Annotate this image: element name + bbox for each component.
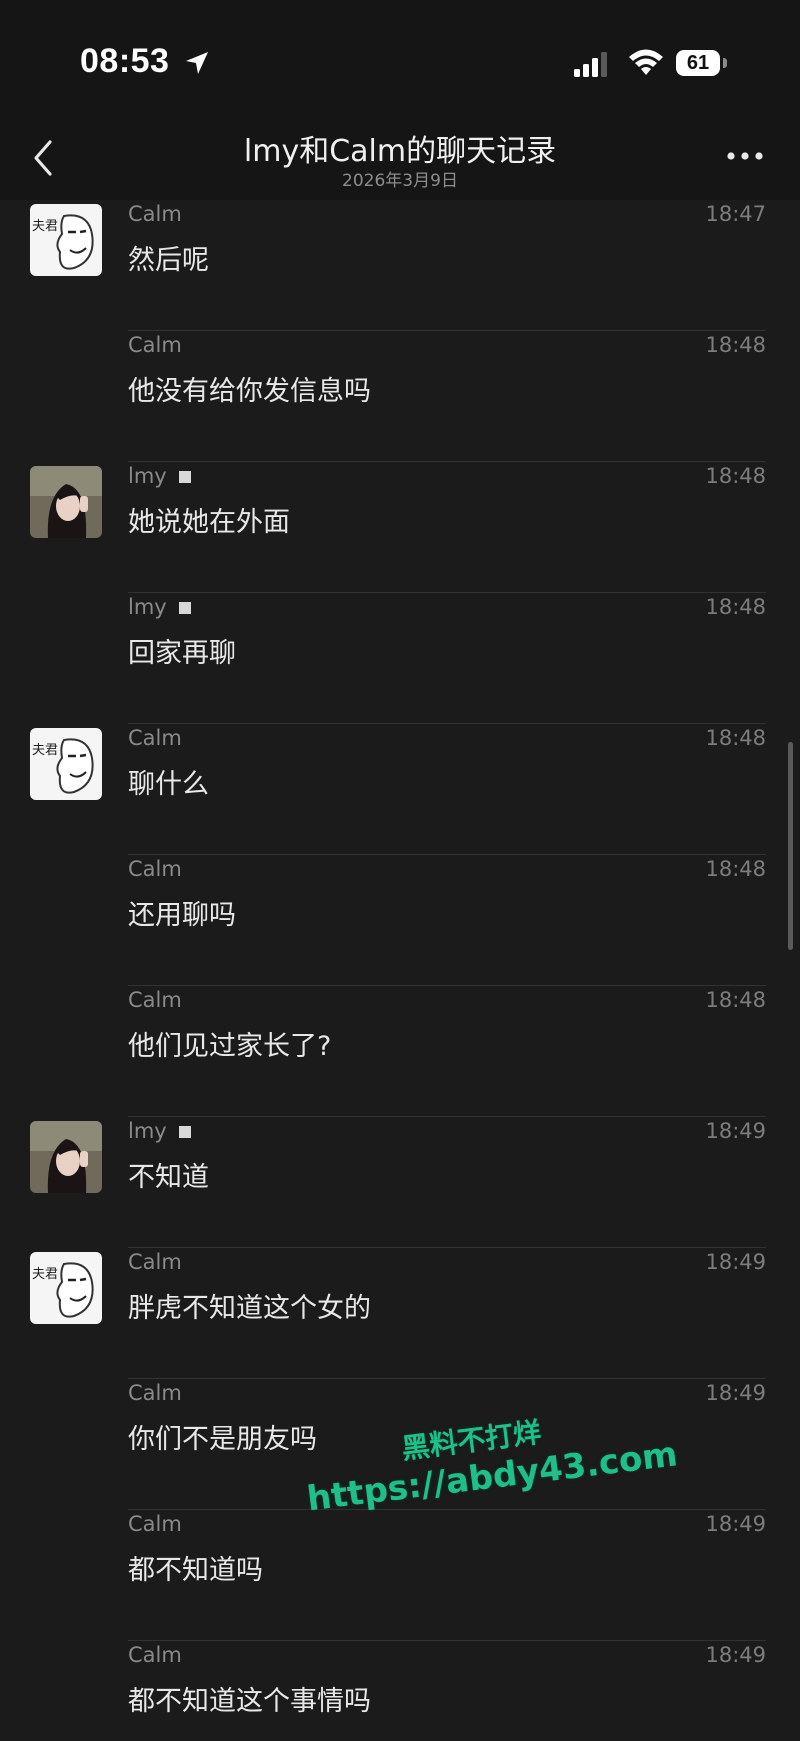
sender-name: Calm (128, 988, 182, 1012)
redaction-patch (178, 1126, 191, 1138)
message-list[interactable]: 夫君 Calm 18:47 然后呢 Calm 18:48 他没有给你发信息吗 l… (0, 200, 800, 1741)
redaction-patch (178, 471, 191, 483)
message-text: 他没有给你发信息吗 (128, 376, 371, 407)
user-photo-icon (30, 1121, 102, 1193)
message-time: 18:48 (705, 726, 766, 750)
sender-name: lmy (128, 1119, 203, 1143)
message-row[interactable]: Calm 18:48 还用聊吗 (0, 855, 800, 986)
cartoon-face-icon: 夫君 (30, 728, 102, 800)
message-time: 18:49 (705, 1250, 766, 1274)
message-text: 你们不是朋友吗 (128, 1424, 317, 1455)
avatar-calm[interactable]: 夫君 (30, 728, 102, 800)
message-row[interactable]: 夫君 Calm 18:49 胖虎不知道这个女的 (0, 1248, 800, 1379)
message-time: 18:49 (705, 1381, 766, 1405)
page-title: lmy和Calm的聊天记录 (243, 134, 557, 169)
message-text: 回家再聊 (128, 638, 236, 669)
message-row[interactable]: Calm 18:48 他们见过家长了? (0, 986, 800, 1117)
location-arrow-icon (186, 52, 208, 74)
message-row[interactable]: lmy 18:48 她说她在外面 (0, 462, 800, 593)
message-text: 然后呢 (128, 245, 209, 276)
battery-level: 61 (676, 50, 720, 76)
sender-name: Calm (128, 1512, 182, 1536)
svg-text:夫君: 夫君 (32, 1267, 58, 1282)
message-time: 18:49 (705, 1643, 766, 1667)
redaction-patch (178, 602, 191, 614)
sender-name: Calm (128, 726, 182, 750)
message-row[interactable]: lmy 18:48 回家再聊 (0, 593, 800, 724)
sender-name: Calm (128, 1643, 182, 1667)
message-time: 18:48 (705, 988, 766, 1012)
message-text: 胖虎不知道这个女的 (128, 1293, 371, 1324)
message-row[interactable]: Calm 18:49 都不知道这个事情吗 (0, 1641, 800, 1741)
status-time: 08:53 (80, 42, 170, 80)
message-row[interactable]: Calm 18:48 他没有给你发信息吗 (0, 331, 800, 462)
message-row[interactable]: lmy 18:49 不知道 (0, 1117, 800, 1248)
cartoon-face-icon: 夫君 (30, 204, 102, 276)
avatar-lmy[interactable] (30, 466, 102, 538)
message-text: 聊什么 (128, 769, 209, 800)
message-time: 18:48 (705, 595, 766, 619)
message-row[interactable]: Calm 18:49 都不知道吗 (0, 1510, 800, 1641)
svg-text:夫君: 夫君 (32, 219, 58, 234)
sender-name: Calm (128, 202, 182, 226)
message-time: 18:47 (705, 202, 766, 226)
sender-name: lmy (128, 595, 203, 619)
page-subtitle: 2026年3月9日 (342, 171, 458, 191)
more-dots-icon[interactable] (726, 150, 764, 162)
message-row[interactable]: 夫君 Calm 18:47 然后呢 (0, 200, 800, 331)
message-row[interactable]: 夫君 Calm 18:48 聊什么 (0, 724, 800, 855)
nav-bar: lmy和Calm的聊天记录 2026年3月9日 (0, 120, 800, 200)
message-text: 都不知道这个事情吗 (128, 1686, 371, 1717)
message-time: 18:49 (705, 1119, 766, 1143)
signal-icon (574, 52, 607, 77)
battery-icon: 61 (676, 50, 728, 78)
message-text: 她说她在外面 (128, 507, 290, 538)
message-time: 18:48 (705, 333, 766, 357)
avatar-calm[interactable]: 夫君 (30, 204, 102, 276)
cartoon-face-icon: 夫君 (30, 1252, 102, 1324)
sender-name: Calm (128, 1250, 182, 1274)
message-time: 18:48 (705, 857, 766, 881)
message-text: 还用聊吗 (128, 900, 236, 931)
sender-name: Calm (128, 857, 182, 881)
message-time: 18:49 (705, 1512, 766, 1536)
user-photo-icon (30, 466, 102, 538)
svg-text:夫君: 夫君 (32, 743, 58, 758)
message-text: 他们见过家长了? (128, 1031, 332, 1062)
message-text: 都不知道吗 (128, 1555, 263, 1586)
avatar-lmy[interactable] (30, 1121, 102, 1193)
battery-cap (723, 58, 727, 68)
avatar-calm[interactable]: 夫君 (30, 1252, 102, 1324)
sender-name: Calm (128, 1381, 182, 1405)
message-text: 不知道 (128, 1162, 209, 1193)
sender-name: Calm (128, 333, 182, 357)
sender-name: lmy (128, 464, 203, 488)
message-time: 18:48 (705, 464, 766, 488)
wifi-icon (629, 49, 663, 75)
status-bar: 08:53 61 (0, 0, 800, 120)
scrollbar[interactable] (788, 742, 793, 950)
